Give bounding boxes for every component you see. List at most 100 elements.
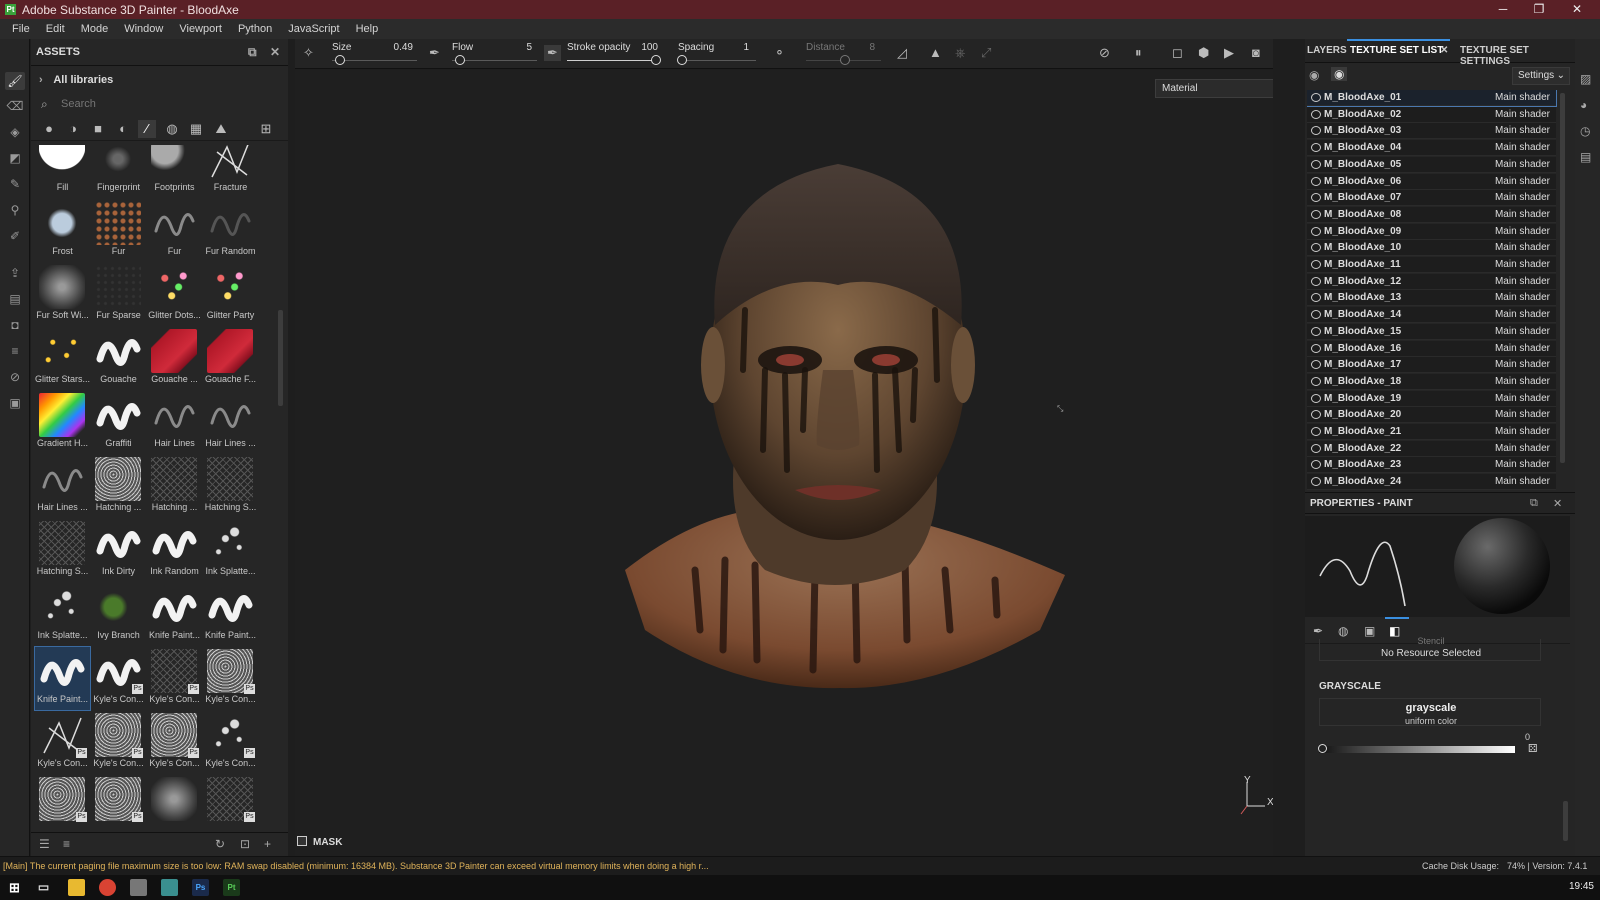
assets-scrollbar[interactable] <box>278 310 283 406</box>
texture-set-shader[interactable]: Main shader <box>1495 476 1550 487</box>
texture-set-scrollbar[interactable] <box>1560 93 1565 463</box>
asset-item[interactable]: Ink Dirty <box>91 519 146 582</box>
asset-item[interactable]: Gouache ... <box>147 327 202 390</box>
backface-icon[interactable]: ⤢ <box>981 45 991 61</box>
display-settings-icon[interactable]: ◘ <box>5 316 25 334</box>
texture-set-row[interactable]: M_BloodAxe_02 Main shader <box>1307 106 1556 123</box>
eye-icon[interactable] <box>1311 260 1321 269</box>
asset-item[interactable]: Fracture <box>203 145 258 198</box>
texture-set-row[interactable]: M_BloodAxe_23 Main shader <box>1307 457 1556 474</box>
display-icon[interactable]: ◕ <box>1580 98 1587 112</box>
filter-filter-icon[interactable]: ▦ <box>187 120 205 138</box>
list-options-icon[interactable]: ☰ <box>39 837 50 851</box>
asset-item[interactable]: Knife Paint... <box>34 646 91 711</box>
substance-painter-icon[interactable]: Pt <box>223 879 240 896</box>
distance-value[interactable]: 8 <box>855 42 875 53</box>
asset-item[interactable]: Ps <box>203 775 258 838</box>
eye-icon[interactable] <box>1311 443 1321 453</box>
asset-item[interactable]: Ps <box>91 775 146 838</box>
asset-item[interactable]: Glitter Party <box>203 263 258 326</box>
asset-item[interactable]: Graffiti <box>91 391 146 454</box>
texture-set-row[interactable]: M_BloodAxe_11 Main shader <box>1307 257 1556 273</box>
asset-item[interactable]: Ink Random <box>147 519 202 582</box>
file-explorer-icon[interactable] <box>68 879 85 896</box>
stroke-opacity-slider[interactable] <box>567 60 659 61</box>
export-icon[interactable]: ⇪ <box>5 264 25 282</box>
menu-viewport[interactable]: Viewport <box>171 23 230 35</box>
eye-icon[interactable] <box>1311 159 1321 169</box>
lazy-mouse-toggle-icon[interactable]: ⚬ <box>774 45 785 61</box>
eye-icon[interactable] <box>1311 310 1321 320</box>
texture-set-shader[interactable]: Main shader <box>1495 109 1550 120</box>
texture-set-row[interactable]: M_BloodAxe_19 Main shader <box>1307 390 1556 407</box>
asset-item[interactable]: Ivy Branch <box>91 583 146 646</box>
asset-item[interactable]: Footprints <box>147 145 202 198</box>
texture-set-shader[interactable]: Main shader <box>1495 393 1550 404</box>
eye-icon[interactable] <box>1311 460 1321 470</box>
camera-icon[interactable]: ▶ <box>1224 45 1234 61</box>
asset-item[interactable]: Frost <box>35 199 90 262</box>
search-input[interactable] <box>39 95 279 113</box>
texture-set-row[interactable]: M_BloodAxe_17 Main shader <box>1307 357 1556 374</box>
eraser-tool-icon[interactable]: ⌫ <box>5 97 25 115</box>
solo-icon[interactable]: ◉ <box>1331 67 1348 81</box>
asset-item[interactable]: Ink Splatte... <box>203 519 258 582</box>
asset-item[interactable]: Ps Kyle's Con... <box>203 711 258 774</box>
bake-icon[interactable]: ▤ <box>5 290 25 308</box>
asset-item[interactable]: Hatching ... <box>147 455 202 518</box>
texture-set-shader[interactable]: Main shader <box>1495 359 1550 370</box>
app-icon-2[interactable] <box>161 879 178 896</box>
close-tab-icon[interactable]: ✕ <box>1440 45 1448 56</box>
texture-set-shader[interactable]: Main shader <box>1495 259 1550 270</box>
texture-set-shader[interactable]: Main shader <box>1495 125 1550 136</box>
close-panel-icon[interactable]: ✕ <box>1553 497 1562 510</box>
texture-set-row[interactable]: M_BloodAxe_21 Main shader <box>1307 424 1556 440</box>
asset-item[interactable]: Ps Kyle's Con... <box>203 647 258 710</box>
size-value[interactable]: 0.49 <box>385 42 413 53</box>
texture-set-shader[interactable]: Main shader <box>1495 192 1550 203</box>
pause-icon[interactable]: ⏸ <box>1135 45 1142 61</box>
menu-file[interactable]: File <box>4 23 38 35</box>
menu-javascript[interactable]: JavaScript <box>280 23 347 35</box>
photoshop-icon[interactable]: Ps <box>192 879 209 896</box>
texture-set-shader[interactable]: Main shader <box>1495 276 1550 287</box>
stroke-opacity-slider-knob[interactable] <box>651 55 661 65</box>
texture-set-shader[interactable]: Main shader <box>1495 426 1550 437</box>
asset-item[interactable]: Gradient H... <box>35 391 90 454</box>
restore-icon[interactable]: ❐ <box>1522 0 1556 19</box>
asset-item[interactable]: Ps Kyle's Con... <box>147 647 202 710</box>
windows-start-icon[interactable]: ⊞ <box>6 879 23 896</box>
asset-item[interactable]: Hatching ... <box>91 455 146 518</box>
history-icon[interactable]: ◷ <box>1580 124 1590 138</box>
menu-help[interactable]: Help <box>348 23 387 35</box>
3d-viewport[interactable]: Material ⌄ <box>295 70 1273 832</box>
add-asset-icon[interactable]: + <box>264 837 271 851</box>
texture-set-shader[interactable]: Main shader <box>1495 409 1550 420</box>
size-slider-knob[interactable] <box>335 55 345 65</box>
texture-set-shader[interactable]: Main shader <box>1495 209 1550 220</box>
lazy-mouse-icon[interactable]: ✧ <box>303 45 314 61</box>
texture-set-row[interactable]: M_BloodAxe_03 Main shader <box>1307 123 1556 140</box>
eye-icon[interactable] <box>1311 343 1321 353</box>
polygon-fill-tool-icon[interactable]: ◩ <box>5 149 25 167</box>
asset-item[interactable]: Gouache F... <box>203 327 258 390</box>
menu-python[interactable]: Python <box>230 23 280 35</box>
texture-set-row[interactable]: M_BloodAxe_14 Main shader <box>1307 307 1556 324</box>
eye-icon[interactable] <box>1311 143 1321 153</box>
texture-set-shader[interactable]: Main shader <box>1495 309 1550 320</box>
eye-icon[interactable] <box>1311 209 1321 219</box>
asset-item[interactable]: Hair Lines <box>147 391 202 454</box>
menu-mode[interactable]: Mode <box>73 23 117 35</box>
eye-icon[interactable] <box>1311 226 1321 236</box>
texture-set-row[interactable]: M_BloodAxe_05 Main shader <box>1307 156 1556 173</box>
eye-icon[interactable] <box>1311 477 1321 487</box>
tab-texture-set-list[interactable]: TEXTURE SET LIST <box>1350 45 1443 56</box>
iray-icon[interactable]: ⊘ <box>5 368 25 386</box>
texture-set-row[interactable]: M_BloodAxe_20 Main shader <box>1307 407 1556 424</box>
grayscale-slider-knob[interactable] <box>1318 744 1327 753</box>
app-icon[interactable] <box>130 879 147 896</box>
material-filter-icon[interactable]: ● <box>40 120 58 138</box>
mask-filter-icon[interactable]: ■ <box>89 120 107 138</box>
asset-item[interactable] <box>147 775 202 838</box>
pen-pressure-icon[interactable]: ✒ <box>429 45 440 61</box>
